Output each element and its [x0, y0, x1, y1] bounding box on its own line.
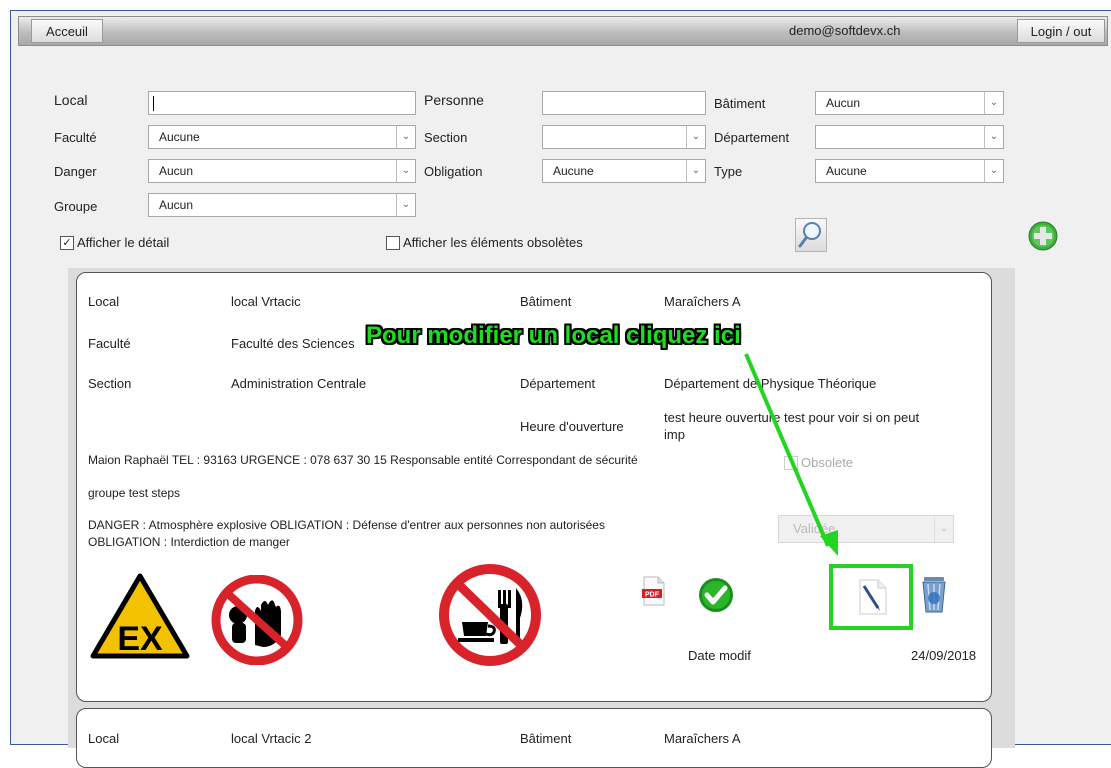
card-faculte-label: Faculté	[88, 336, 131, 351]
card-local-value: local Vrtacic	[231, 294, 301, 309]
annotation-label: Pour modifier un local cliquez ici	[366, 322, 741, 349]
obligation-select-value: Aucune	[553, 164, 594, 178]
departement-select[interactable]: ⌄	[815, 125, 1004, 149]
danger-select[interactable]: Aucun ⌄	[148, 159, 416, 183]
card-batiment-label: Bâtiment	[520, 294, 572, 309]
groupe-select[interactable]: Aucun ⌄	[148, 193, 416, 217]
personne-input[interactable]	[542, 91, 706, 115]
explosive-atmosphere-sign-icon: EX	[90, 573, 190, 659]
chevron-down-icon: ⌄	[396, 126, 415, 148]
no-entry-unauthorized-sign-icon	[211, 575, 303, 665]
card2-local-value: local Vrtacic 2	[231, 731, 312, 746]
card-heure-label: Heure d'ouverture	[520, 419, 624, 434]
validate-check-icon[interactable]	[698, 577, 734, 613]
search-button[interactable]	[795, 218, 827, 252]
batiment-select[interactable]: Aucun ⌄	[815, 91, 1004, 115]
show-detail-label: Afficher le détail	[77, 235, 170, 250]
svg-text:PDF: PDF	[645, 592, 660, 599]
faculte-select[interactable]: Aucune ⌄	[148, 125, 416, 149]
chevron-down-icon: ⌄	[934, 516, 953, 542]
card-departement-label: Département	[520, 376, 596, 391]
obligation-select[interactable]: Aucune ⌄	[542, 159, 706, 183]
add-local-button[interactable]	[1028, 221, 1058, 251]
login-logout-button[interactable]: Login / out	[1017, 19, 1105, 43]
card-section-value: Administration Centrale	[231, 376, 367, 391]
trash-icon[interactable]	[918, 574, 950, 614]
departement-label: Département	[714, 130, 790, 145]
type-label: Type	[714, 164, 743, 179]
text-caret	[153, 96, 154, 112]
groupe-select-value: Aucun	[159, 198, 194, 212]
card2-batiment-label: Bâtiment	[520, 731, 572, 746]
card-batiment-value: Maraîchers A	[664, 294, 741, 309]
annotation-highlight-box	[829, 564, 913, 630]
search-icon	[798, 222, 821, 248]
chevron-down-icon: ⌄	[686, 160, 705, 182]
faculte-select-value: Aucune	[159, 130, 200, 144]
personne-label: Personne	[424, 92, 484, 108]
obligation-label: Obligation	[424, 164, 483, 179]
card-section-label: Section	[88, 376, 132, 391]
card-danger-line1: DANGER : Atmosphère explosive OBLIGATION…	[88, 518, 605, 532]
type-select-value: Aucune	[826, 164, 867, 178]
chevron-down-icon: ⌄	[396, 160, 415, 182]
batiment-label: Bâtiment	[714, 96, 766, 111]
annotation-arrow-icon	[744, 353, 838, 556]
section-label: Section	[424, 130, 468, 145]
card2-batiment-value: Maraîchers A	[664, 731, 741, 746]
card-faculte-value: Faculté des Sciences	[231, 336, 355, 351]
chevron-down-icon: ⌄	[984, 92, 1003, 114]
card-danger-line2: OBLIGATION : Interdiction de manger	[88, 535, 290, 549]
card-date-label: Date modif	[688, 648, 751, 663]
local-label: Local	[54, 92, 88, 108]
danger-select-value: Aucun	[159, 164, 194, 178]
section-select[interactable]: ⌄	[542, 125, 706, 149]
card-groupe: groupe test steps	[88, 486, 181, 500]
batiment-select-value: Aucun	[826, 96, 861, 110]
faculte-label: Faculté	[54, 130, 97, 145]
chevron-down-icon: ⌄	[686, 126, 705, 148]
card-date-value: 24/09/2018	[911, 648, 977, 663]
card-local-label: Local	[88, 294, 120, 309]
svg-text:EX: EX	[117, 620, 163, 658]
show-detail-checkbox[interactable]: ✓ Afficher le détail	[60, 235, 169, 250]
type-select[interactable]: Aucune ⌄	[815, 159, 1004, 183]
card-heure-value-line2: imp	[664, 427, 685, 442]
pdf-icon[interactable]: PDF	[641, 576, 667, 606]
show-obsolete-checkbox[interactable]: Afficher les éléments obsolètes	[386, 235, 583, 250]
card-contacts: Maion Raphaël TEL : 93163 URGENCE : 078 …	[88, 453, 638, 467]
home-button[interactable]: Acceuil	[31, 19, 103, 43]
chevron-down-icon: ⌄	[984, 160, 1003, 182]
show-obsolete-label: Afficher les éléments obsolètes	[403, 235, 583, 250]
chevron-down-icon: ⌄	[396, 194, 415, 216]
top-bar: Acceuil demo@softdevx.ch Login / out	[18, 16, 1108, 46]
checkbox-checked-icon: ✓	[60, 235, 74, 250]
local-input[interactable]	[148, 91, 416, 115]
checkbox-unchecked-icon	[386, 235, 400, 250]
groupe-label: Groupe	[54, 199, 98, 214]
card2-local-label: Local	[88, 731, 120, 746]
no-eating-sign-icon	[439, 564, 541, 666]
user-email: demo@softdevx.ch	[789, 23, 901, 38]
chevron-down-icon: ⌄	[984, 126, 1003, 148]
danger-label: Danger	[54, 164, 97, 179]
